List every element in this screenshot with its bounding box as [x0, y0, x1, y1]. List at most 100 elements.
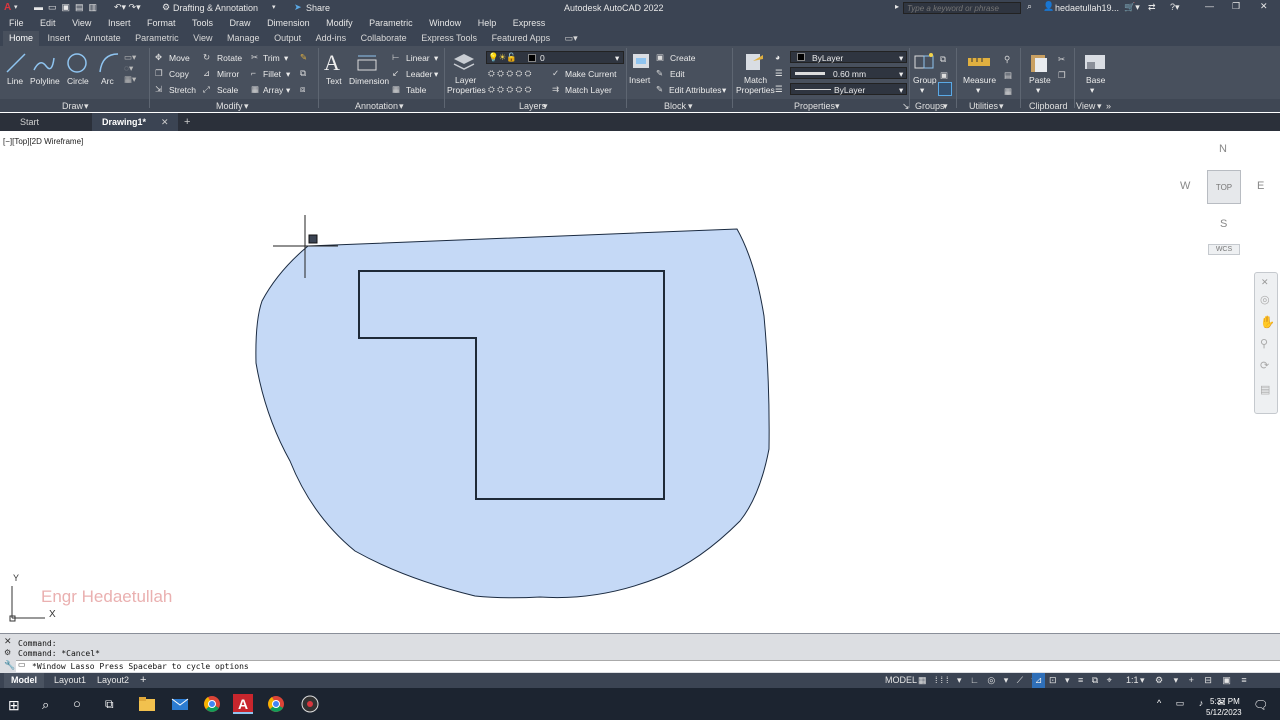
- utilities-panel-chevron-icon[interactable]: ▾: [999, 101, 1004, 112]
- layer-properties-icon[interactable]: [452, 51, 476, 73]
- tab-start[interactable]: Start: [10, 113, 49, 131]
- autocad-logo-icon[interactable]: A: [4, 2, 11, 13]
- cortana-icon[interactable]: ○: [73, 696, 81, 711]
- line-button[interactable]: Line: [7, 76, 23, 86]
- tab-view[interactable]: View: [187, 31, 218, 46]
- dimension-icon[interactable]: [355, 52, 379, 74]
- layout-tab-layout1[interactable]: Layout1: [54, 673, 86, 688]
- zoom-icon[interactable]: ⚲: [1260, 337, 1268, 350]
- arc-icon[interactable]: [98, 52, 120, 74]
- tab-collaborate[interactable]: Collaborate: [355, 31, 413, 46]
- drawing-svg[interactable]: [0, 131, 1280, 633]
- layer-properties-label-2[interactable]: Properties: [447, 85, 486, 95]
- search-icon[interactable]: ⌕: [1027, 1, 1032, 12]
- mirror-button[interactable]: Mirror: [217, 69, 239, 79]
- leader-button[interactable]: Leader: [406, 69, 432, 79]
- text-icon[interactable]: A: [324, 50, 340, 76]
- explode-icon[interactable]: ⧉: [300, 68, 306, 79]
- maximize-icon[interactable]: ❐: [1232, 1, 1240, 12]
- tab-featured-apps[interactable]: Featured Apps: [486, 31, 557, 46]
- menu-edit[interactable]: Edit: [40, 16, 56, 31]
- tab-output[interactable]: Output: [268, 31, 307, 46]
- table-button[interactable]: Table: [406, 85, 426, 95]
- menu-modify[interactable]: Modify: [326, 16, 353, 31]
- orbit-icon[interactable]: ⟳: [1260, 359, 1269, 372]
- search-input[interactable]: [903, 2, 1021, 14]
- tab-close-icon[interactable]: ✕: [157, 113, 173, 131]
- clock-date[interactable]: 5/12/2023: [1206, 708, 1242, 717]
- menu-express[interactable]: Express: [513, 16, 546, 31]
- tab-home[interactable]: Home: [3, 31, 40, 46]
- taskbar-search-icon[interactable]: ⌕: [42, 697, 49, 713]
- share-button[interactable]: Share: [306, 3, 330, 13]
- layer-tool-icons-row1[interactable]: ⛭ ⛭ ⛭ ⛭ ⛭: [488, 68, 531, 79]
- model-space-toggle[interactable]: MODEL: [885, 673, 917, 688]
- tab-annotate[interactable]: Annotate: [79, 31, 127, 46]
- autocad-taskbar-icon[interactable]: A: [233, 694, 253, 714]
- tab-manage[interactable]: Manage: [221, 31, 266, 46]
- arc-button[interactable]: Arc: [101, 76, 114, 86]
- menu-view[interactable]: View: [72, 16, 91, 31]
- notification-icon[interactable]: 🗨: [1253, 698, 1268, 712]
- line-icon[interactable]: [5, 52, 27, 74]
- annotation-scale[interactable]: 1:1: [1126, 673, 1139, 688]
- color-dropdown[interactable]: [790, 51, 907, 63]
- edit-attributes-button[interactable]: Edit Attributes: [669, 85, 721, 95]
- group-tool-icons[interactable]: ⧉ ▣: [940, 51, 948, 83]
- user-account[interactable]: hedaetullah19...: [1055, 3, 1119, 13]
- group-button[interactable]: Group: [913, 75, 937, 85]
- modify-panel-chevron-icon[interactable]: ▾: [244, 101, 249, 112]
- file-explorer-icon[interactable]: [137, 694, 157, 714]
- layout-tab-layout2[interactable]: Layout2: [97, 673, 129, 688]
- close-icon[interactable]: ✕: [1260, 1, 1268, 12]
- viewcube-west[interactable]: W: [1180, 180, 1190, 192]
- group-selection-toggle-icon[interactable]: [938, 82, 952, 96]
- clipboard-tool-icons[interactable]: ✂ ❐: [1058, 51, 1066, 83]
- viewcube-top[interactable]: TOP: [1207, 170, 1241, 204]
- base-chevron-icon[interactable]: ▾: [1090, 85, 1094, 96]
- minimize-icon[interactable]: —: [1205, 1, 1214, 11]
- properties-panel-chevron-icon[interactable]: ▾: [835, 101, 840, 112]
- new-layout-icon[interactable]: +: [140, 673, 146, 688]
- erase-icon[interactable]: ✎: [300, 52, 307, 63]
- chrome-icon[interactable]: [202, 694, 222, 714]
- new-tab-icon[interactable]: +: [180, 113, 194, 131]
- tab-parametric[interactable]: Parametric: [129, 31, 185, 46]
- base-button[interactable]: Base: [1086, 75, 1105, 85]
- menu-format[interactable]: Format: [147, 16, 176, 31]
- menu-draw[interactable]: Draw: [230, 16, 251, 31]
- group-chevron-icon[interactable]: ▾: [920, 85, 924, 96]
- app-menu-chevron-icon[interactable]: ▾: [14, 3, 18, 11]
- text-button[interactable]: Text: [326, 76, 342, 86]
- fillet-chevron-icon[interactable]: ▾: [286, 69, 290, 80]
- trim-button[interactable]: Trim: [263, 53, 280, 63]
- layout-tab-model[interactable]: Model: [4, 673, 44, 688]
- edit-block-button[interactable]: Edit: [670, 69, 685, 79]
- group-icon[interactable]: [913, 51, 935, 73]
- view-panel-chevron-icon[interactable]: ▾: [1097, 101, 1102, 112]
- status-toggle-icons-left[interactable]: ▦ ⁞⁞⁞ ▾ ∟ ◎ ▾ ⟋ ▾: [918, 673, 1039, 688]
- insert-icon[interactable]: [631, 50, 651, 72]
- lineweight-chevron-icon[interactable]: ▾: [899, 69, 903, 80]
- make-current-button[interactable]: Make Current: [565, 69, 617, 79]
- wcs-menu[interactable]: WCS: [1208, 244, 1240, 255]
- clock-time[interactable]: 5:37 PM: [1210, 697, 1240, 706]
- draw-extra-icons[interactable]: ▭▾ ◌▾ ▦▾: [124, 52, 136, 85]
- menu-insert[interactable]: Insert: [108, 16, 131, 31]
- paste-chevron-icon[interactable]: ▾: [1036, 85, 1040, 96]
- quick-access-icons[interactable]: ▬▭▣▤▥: [34, 2, 102, 13]
- cart-icon[interactable]: 🛒▾: [1124, 2, 1140, 13]
- paste-button[interactable]: Paste: [1029, 75, 1051, 85]
- block-panel-chevron-icon[interactable]: ▾: [688, 101, 693, 112]
- color-chevron-icon[interactable]: ▾: [899, 53, 903, 64]
- command-settings-icon[interactable]: ⚙: [4, 648, 11, 657]
- offset-icon[interactable]: ⧈: [300, 84, 305, 95]
- pan-icon[interactable]: ✋: [1260, 315, 1275, 329]
- create-block-button[interactable]: Create: [670, 53, 696, 63]
- tab-insert[interactable]: Insert: [42, 31, 77, 46]
- circle-button[interactable]: Circle: [67, 76, 89, 86]
- fillet-button[interactable]: Fillet: [263, 69, 281, 79]
- workspace-selector[interactable]: Drafting & Annotation: [173, 3, 258, 13]
- menu-help[interactable]: Help: [478, 16, 497, 31]
- menu-window[interactable]: Window: [429, 16, 461, 31]
